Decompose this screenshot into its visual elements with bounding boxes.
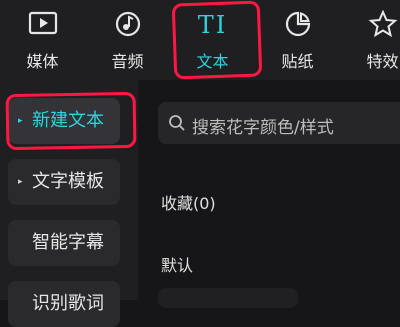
text-ti-icon: TI bbox=[170, 10, 255, 40]
search-input[interactable]: 搜索花字颜色/样式 bbox=[158, 102, 400, 144]
tab-label: 文本 bbox=[196, 52, 229, 71]
tab-sticker[interactable]: 贴纸 bbox=[255, 0, 340, 80]
tab-label: 音频 bbox=[111, 52, 144, 71]
sidebar-item-label: 识别歌词 bbox=[32, 293, 104, 314]
tab-audio[interactable]: 音频 bbox=[85, 0, 170, 80]
favorites-section-title: 收藏(0) bbox=[161, 194, 216, 213]
star-effect-icon bbox=[340, 10, 400, 40]
sidebar-item-new-text[interactable]: ▸ 新建文本 bbox=[8, 98, 120, 144]
sidebar-item-label: 文字模板 bbox=[32, 171, 104, 192]
music-note-icon bbox=[85, 10, 170, 40]
sidebar-item-label: 新建文本 bbox=[32, 110, 104, 131]
text-ti-glyph: TI bbox=[197, 11, 228, 39]
tab-label: 贴纸 bbox=[281, 52, 314, 71]
sticker-icon bbox=[255, 10, 340, 40]
expand-arrow-icon: ▸ bbox=[18, 177, 23, 187]
tab-label: 特效 bbox=[366, 52, 399, 71]
tab-label: 媒体 bbox=[26, 52, 59, 71]
media-play-icon bbox=[0, 10, 85, 40]
tab-text[interactable]: TI 文本 bbox=[170, 0, 255, 80]
search-placeholder: 搜索花字颜色/样式 bbox=[192, 118, 334, 138]
tab-effects[interactable]: 特效 bbox=[340, 0, 400, 80]
style-preset-card[interactable] bbox=[158, 288, 298, 308]
top-toolbar: 媒体 音频 TI 文本 贴纸 特效 bbox=[0, 0, 400, 80]
sidebar-item-text-templates[interactable]: ▸ 文字模板 bbox=[8, 159, 120, 205]
tab-media[interactable]: 媒体 bbox=[0, 0, 85, 80]
text-category-sidebar: ▸ 新建文本 ▸ 文字模板 智能字幕 识别歌词 bbox=[0, 80, 138, 327]
search-icon bbox=[168, 114, 186, 136]
text-style-panel: 搜索花字颜色/样式 收藏(0) 默认 bbox=[138, 80, 400, 308]
sidebar-item-lyrics-recognition[interactable]: 识别歌词 bbox=[8, 281, 120, 327]
sidebar-item-label: 智能字幕 bbox=[32, 232, 104, 253]
sidebar-item-smart-captions[interactable]: 智能字幕 bbox=[8, 220, 120, 266]
expand-arrow-icon: ▸ bbox=[18, 116, 23, 126]
default-section-title: 默认 bbox=[161, 256, 194, 275]
